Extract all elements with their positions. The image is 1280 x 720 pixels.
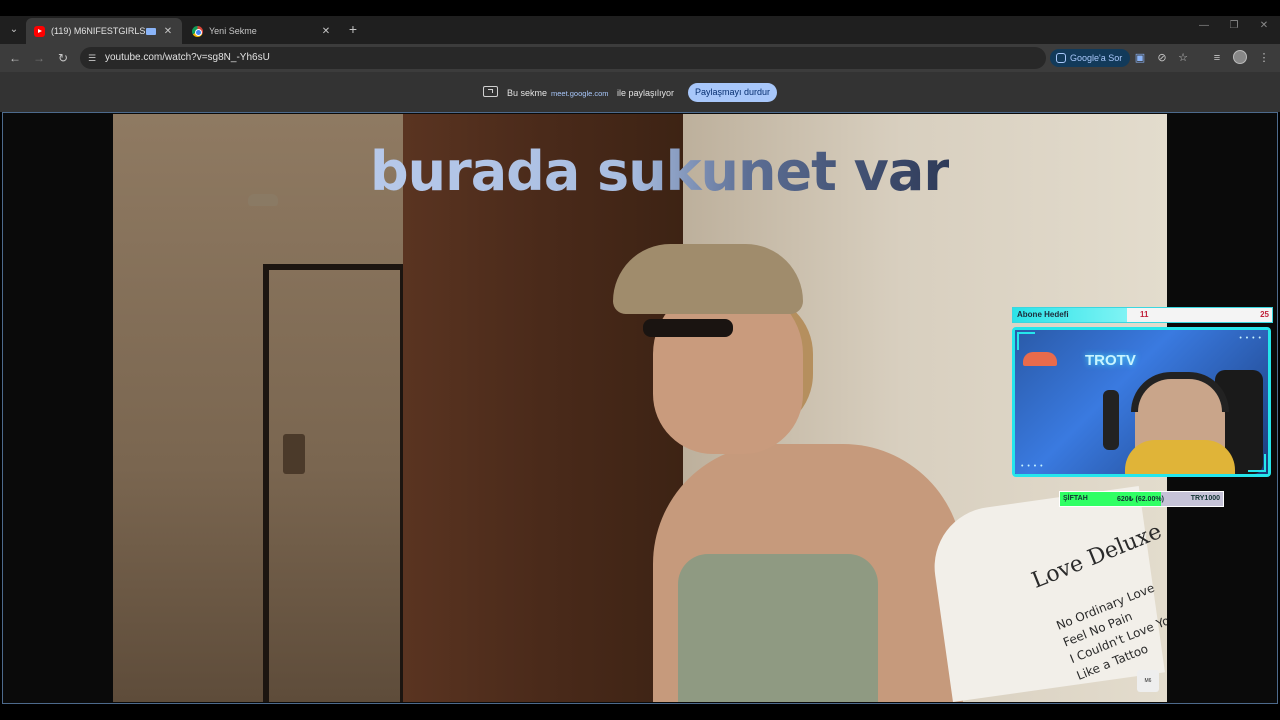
sharing-indicator-icon [146,27,156,35]
tab-title: Yeni Sekme [209,26,257,36]
donation-goal-bar: ŞİFTAH 620₺ (62.00%) TRY1000 [1059,491,1224,507]
microphone-icon [1103,390,1119,450]
menu-icon[interactable]: ⋮ [1256,50,1272,66]
tab-new-tab[interactable]: Yeni Sekme ✕ [184,18,340,44]
frame-dots: • • • • [1021,463,1044,470]
share-suffix: ile paylaşılıyor [617,88,675,98]
minimize-icon[interactable]: — [1197,20,1211,31]
reload-icon[interactable]: ↻ [54,49,72,67]
cast-icon[interactable]: ▣ [1132,50,1148,66]
person-top [678,554,878,702]
tab-title: (119) M6NIFESTGIRLS | 7. B [51,26,146,36]
screen-share-icon [483,86,498,97]
webcam-streamer-shirt [1125,440,1235,474]
webcam-lamp [1023,352,1057,366]
shower-head [248,194,278,206]
star-icon[interactable]: ☆ [1175,50,1191,66]
frame-dots: • • • • [1239,335,1262,342]
profile-avatar[interactable] [1233,50,1247,64]
lens-icon [1056,53,1066,63]
tab-strip: ⌄ (119) M6NIFESTGIRLS | 7. B ✕ Yeni Sekm… [0,16,1280,44]
tab-search-chevron-icon[interactable]: ⌄ [6,22,22,38]
bottom-black-band [0,704,1280,720]
donation-goal-target: TRY1000 [1190,495,1220,502]
ask-google-button[interactable]: Google'a Sor [1050,49,1131,67]
eye-off-icon[interactable]: ⊘ [1154,50,1170,66]
sunglasses [643,319,733,337]
video-caption: burada sukunet var [370,140,950,203]
close-tab-icon[interactable]: ✕ [162,26,174,37]
url-text: youtube.com/watch?v=sg8N_-Yh6sU [105,52,270,63]
frame-corner [1017,332,1035,350]
shower-frame [263,264,403,702]
stop-sharing-button[interactable]: Paylaşmayı durdur [688,83,777,102]
forward-icon[interactable]: → [30,49,48,67]
ask-google-label: Google'a Sor [1070,53,1123,63]
window-close-icon[interactable]: ✕ [1257,20,1271,31]
browser-toolbar: ← → ↻ ☰ youtube.com/watch?v=sg8N_-Yh6sU … [0,44,1280,72]
subscriber-goal-label: Abone Hedefi [1017,310,1069,319]
subscriber-goal-current: 11 [1140,310,1149,319]
chrome-favicon-icon [192,25,203,37]
site-info-icon[interactable]: ☰ [86,52,98,64]
channel-watermark: M6 [1137,670,1159,692]
back-icon[interactable]: ← [6,49,24,67]
address-bar[interactable]: ☰ youtube.com/watch?v=sg8N_-Yh6sU [80,47,1046,69]
person-cap [613,244,803,314]
close-tab-icon[interactable]: ✕ [320,26,332,37]
reading-list-icon[interactable]: ≡ [1209,50,1225,66]
webcam-neon-sign: TROTV [1085,352,1136,369]
share-prefix: Bu sekme [507,88,548,98]
new-tab-button[interactable]: + [346,20,360,38]
tab-youtube[interactable]: (119) M6NIFESTGIRLS | 7. B ✕ [26,18,182,44]
donation-goal-label: ŞİFTAH [1063,495,1088,502]
youtube-favicon-icon [34,25,45,37]
webcam-overlay: TROTV • • • • • • • • [1012,327,1271,477]
share-domain: meet.google.com [551,89,609,98]
top-black-band [0,0,1280,16]
frame-corner [1248,454,1266,472]
subscriber-goal-bar: Abone Hedefi 11 25 [1012,307,1273,323]
donation-goal-amount: 620₺ (62.00%) [1117,496,1164,503]
bottles [283,434,305,474]
restore-icon[interactable]: ❐ [1227,20,1241,31]
subscriber-goal-target: 25 [1260,310,1269,319]
